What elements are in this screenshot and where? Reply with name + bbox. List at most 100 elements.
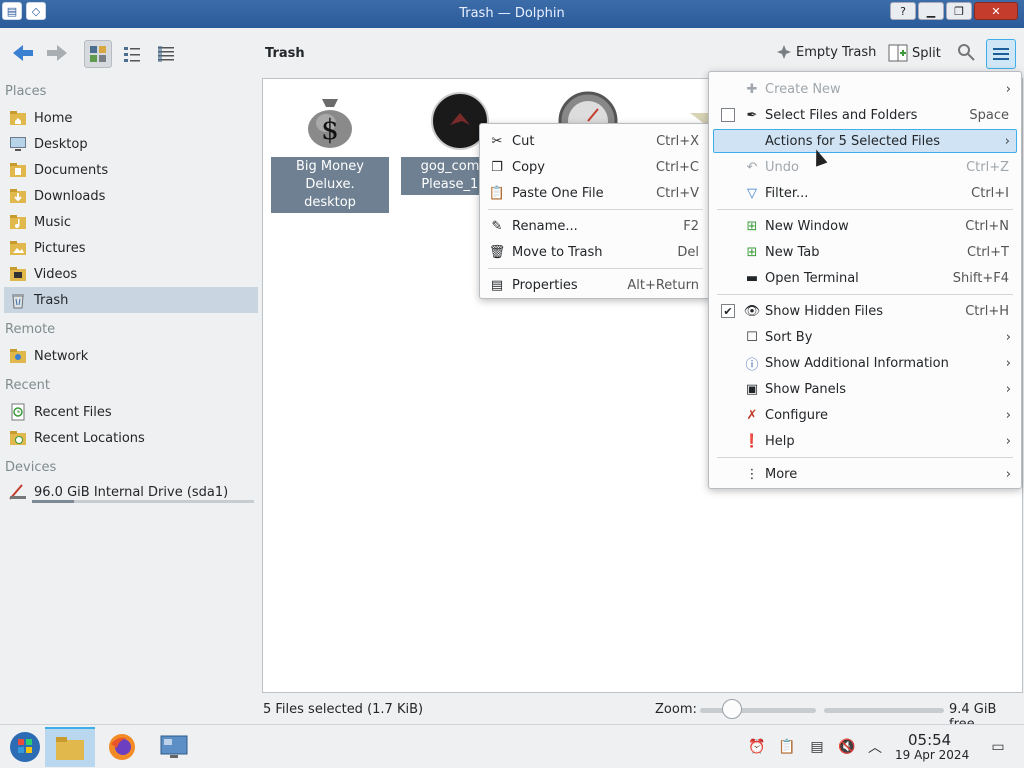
configure-icon: ✗ [746, 407, 758, 423]
menu-item-new-window[interactable]: ⊞ New Window Ctrl+N [713, 214, 1017, 238]
menu-separator [488, 209, 703, 210]
sidebar-item-network[interactable]: Network [4, 343, 258, 369]
menu-item-show-panels[interactable]: ▣ Show Panels › [713, 377, 1017, 401]
taskbar: ⏰ 📋 ▤ 🔇 ︿ 05:54 19 Apr 2024 ▭ [0, 724, 1024, 768]
firefox-icon [109, 734, 135, 760]
music-folder-icon [8, 212, 28, 232]
sidebar-item-desktop[interactable]: Desktop [4, 131, 258, 157]
show-hidden-checkbox[interactable]: ✔ [721, 304, 735, 318]
maximize-button[interactable]: ❐ [946, 2, 972, 20]
split-button[interactable]: Split [888, 44, 941, 62]
downloads-folder-icon [8, 186, 28, 206]
menu-item-sort-by[interactable]: ☐ Sort By › [713, 325, 1017, 349]
file-item[interactable]: $ Big Money Deluxe. desktop [271, 91, 389, 213]
menu-separator [717, 457, 1013, 458]
home-folder-icon [8, 108, 28, 128]
new-tab-icon: ⊞ [746, 244, 758, 260]
search-button[interactable] [956, 42, 976, 62]
start-orb-icon [10, 732, 40, 762]
compact-view-icon [124, 47, 140, 62]
hamburger-menu: ✚ Create New › ✒ Select Files and Folder… [708, 71, 1022, 489]
filter-icon: ▽ [747, 185, 757, 201]
taskbar-dolphin[interactable] [45, 727, 95, 767]
zoom-slider-handle[interactable] [722, 699, 742, 719]
sidebar-item-recent-locations[interactable]: Recent Locations [4, 425, 258, 451]
menu-item-filter[interactable]: ▽ Filter... Ctrl+I [713, 181, 1017, 205]
menu-item-undo[interactable]: ↶ Undo Ctrl+Z [713, 155, 1017, 179]
menu-item-move-to-trash[interactable]: 🗑 Move to Trash Del [484, 240, 707, 264]
start-menu-button[interactable] [0, 727, 50, 767]
menu-item-help[interactable]: ❗ Help › [713, 429, 1017, 453]
menu-item-additional-info[interactable]: ⓘ Show Additional Information › [713, 351, 1017, 375]
select-checkbox[interactable] [721, 108, 735, 122]
videos-folder-icon [8, 264, 28, 284]
sidebar-item-recent-files[interactable]: Recent Files [4, 399, 258, 425]
menu-item-actions-selected[interactable]: Actions for 5 Selected Files › [713, 129, 1017, 153]
taskbar-system-settings[interactable] [149, 727, 199, 767]
menu-separator [717, 294, 1013, 295]
menu-item-more[interactable]: ⋮ More › [713, 462, 1017, 486]
details-view-button[interactable] [152, 40, 180, 68]
documents-folder-icon [8, 160, 28, 180]
forward-arrow-icon [47, 45, 67, 61]
recent-files-icon [8, 402, 28, 422]
pictures-folder-icon [8, 238, 28, 258]
menu-item-paste[interactable]: 📋 Paste One File Ctrl+V [484, 181, 707, 205]
sidebar-item-home[interactable]: Home [4, 105, 258, 131]
menu-item-rename[interactable]: ✎ Rename... F2 [484, 214, 707, 238]
clock-time[interactable]: 05:54 [908, 731, 951, 749]
menu-item-copy[interactable]: ❐ Copy Ctrl+C [484, 155, 707, 179]
menu-item-new-tab[interactable]: ⊞ New Tab Ctrl+T [713, 240, 1017, 264]
menu-item-configure[interactable]: ✗ Configure › [713, 403, 1017, 427]
volume-muted-icon[interactable]: 🔇 [837, 737, 857, 757]
chevron-right-icon: › [1005, 355, 1011, 371]
close-button[interactable]: ✕ [974, 2, 1018, 20]
menu-item-cut[interactable]: ✂ Cut Ctrl+X [484, 129, 707, 153]
show-desktop-icon[interactable]: ▭ [988, 737, 1008, 757]
folder-icon [56, 737, 84, 760]
sidebar-item-music[interactable]: Music [4, 209, 258, 235]
sidebar-item-documents[interactable]: Documents [4, 157, 258, 183]
eye-icon: 👁 [743, 303, 761, 319]
sidebar-item-pictures[interactable]: Pictures [4, 235, 258, 261]
breadcrumb[interactable]: Trash [265, 46, 305, 61]
sidebar-item-trash[interactable]: Trash [4, 287, 258, 313]
minimize-button[interactable]: ▁ [918, 2, 944, 20]
compact-view-button[interactable] [118, 40, 146, 68]
chevron-right-icon: › [1004, 133, 1010, 149]
empty-trash-button[interactable]: Empty Trash [776, 44, 876, 60]
file-name: Big Money Deluxe. desktop [271, 157, 389, 213]
sidebar-item-downloads[interactable]: Downloads [4, 183, 258, 209]
info-icon: ⓘ [745, 357, 759, 373]
menu-item-create-new[interactable]: ✚ Create New › [713, 77, 1017, 101]
clipboard-icon[interactable]: 📋 [777, 737, 797, 757]
split-view-icon [888, 44, 908, 62]
create-new-icon: ✚ [746, 81, 758, 97]
notes-icon[interactable]: ▤ [807, 737, 827, 757]
menu-separator [488, 268, 703, 269]
drive-usage-bar [32, 500, 254, 503]
empty-trash-label: Empty Trash [796, 44, 877, 60]
sidebar-item-videos[interactable]: Videos [4, 261, 258, 287]
undo-icon: ↶ [746, 159, 758, 175]
taskbar-firefox[interactable] [97, 727, 147, 767]
menu-item-select-files[interactable]: ✒ Select Files and Folders Space [713, 103, 1017, 127]
icons-view-button[interactable] [84, 40, 112, 68]
chevron-right-icon: › [1005, 81, 1011, 97]
menu-item-show-hidden-files[interactable]: ✔ 👁 Show Hidden Files Ctrl+H [713, 299, 1017, 323]
tray-expand-icon[interactable]: ︿ [865, 737, 885, 757]
menu-item-properties[interactable]: ▤ Properties Alt+Return [484, 273, 707, 297]
menu-item-open-terminal[interactable]: ▬ Open Terminal Shift+F4 [713, 266, 1017, 290]
network-folder-icon [8, 346, 28, 366]
zoom-slider-track[interactable] [700, 708, 816, 713]
help-button[interactable]: ? [890, 2, 916, 20]
clock-date[interactable]: 19 Apr 2024 [895, 748, 969, 762]
alarm-icon[interactable]: ⏰ [747, 737, 767, 757]
back-button[interactable] [10, 42, 36, 64]
split-label: Split [912, 45, 941, 61]
icons-view-icon [90, 46, 106, 62]
chevron-right-icon: › [1005, 466, 1011, 482]
search-icon [958, 44, 975, 61]
hamburger-menu-button[interactable] [986, 39, 1016, 69]
forward-button[interactable] [44, 42, 70, 64]
